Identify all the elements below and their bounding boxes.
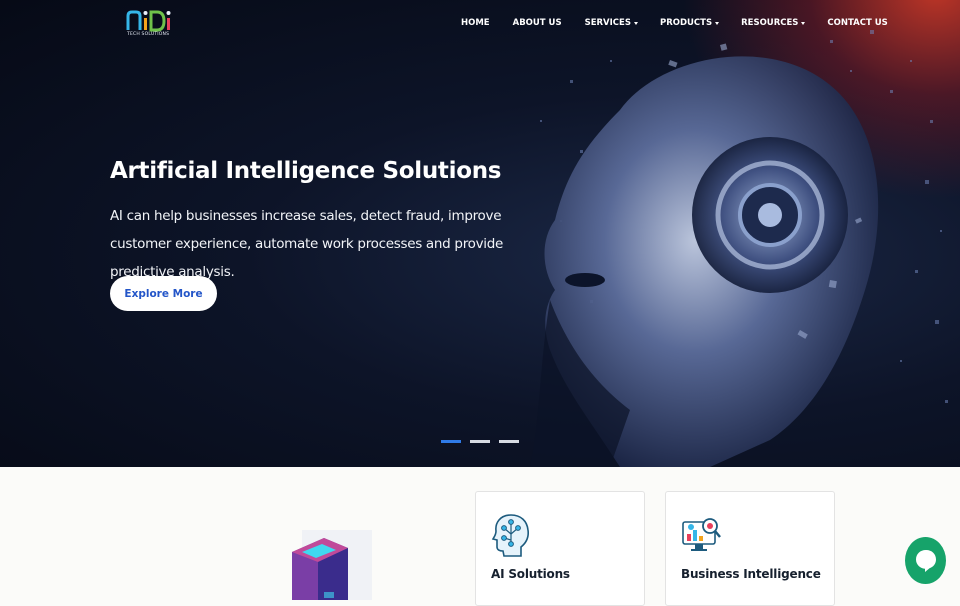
nav-home-label: HOME	[461, 18, 490, 28]
slide-indicator-3[interactable]	[499, 440, 519, 443]
slider-indicators	[441, 440, 519, 443]
hero-title: Artificial Intelligence Solutions	[110, 158, 502, 184]
nav-products[interactable]: PRODUCTS	[659, 18, 720, 28]
nav-resources[interactable]: RESOURCES	[741, 18, 806, 28]
hero-banner: TECH SOLUTIONS HOME ABOUT US SERVICES PR…	[0, 0, 960, 467]
ai-head-icon	[491, 514, 529, 557]
nav-about-us-label: ABOUT US	[512, 18, 562, 28]
card-ai-solutions-label: AI Solutions	[491, 567, 570, 581]
brand-tagline: TECH SOLUTIONS	[127, 32, 170, 37]
chat-button[interactable]	[905, 537, 946, 584]
nav-home[interactable]: HOME	[461, 18, 490, 28]
nav-about-us[interactable]: ABOUT US	[513, 18, 562, 28]
chevron-down-icon	[715, 21, 720, 25]
slide-indicator-1[interactable]	[441, 440, 461, 443]
nav-contact-us[interactable]: CONTACT US	[827, 18, 887, 28]
main-nav: HOME ABOUT US SERVICES PRODUCTS RESOURCE…	[461, 18, 888, 28]
nav-services-label: SERVICES	[584, 18, 631, 28]
hero-description: AI can help businesses increase sales, d…	[110, 208, 504, 280]
card-business-intelligence[interactable]: Business Intelligence	[665, 491, 835, 606]
business-intelligence-icon	[682, 518, 721, 551]
chevron-down-icon	[633, 21, 638, 25]
slide-indicator-2[interactable]	[470, 440, 490, 443]
nav-resources-label: RESOURCES	[741, 18, 799, 28]
server-cube-icon	[292, 530, 372, 600]
card-ai-solutions[interactable]: AI Solutions	[475, 491, 645, 606]
explore-more-button[interactable]: Explore More	[110, 276, 217, 311]
nav-products-label: PRODUCTS	[659, 18, 713, 28]
nav-services[interactable]: SERVICES	[585, 18, 638, 28]
nav-contact-us-label: CONTACT US	[827, 18, 888, 28]
robot-head-image	[530, 30, 948, 467]
chat-bubble-icon	[915, 549, 936, 572]
chevron-down-icon	[801, 21, 806, 25]
card-business-intelligence-label: Business Intelligence	[681, 567, 821, 581]
